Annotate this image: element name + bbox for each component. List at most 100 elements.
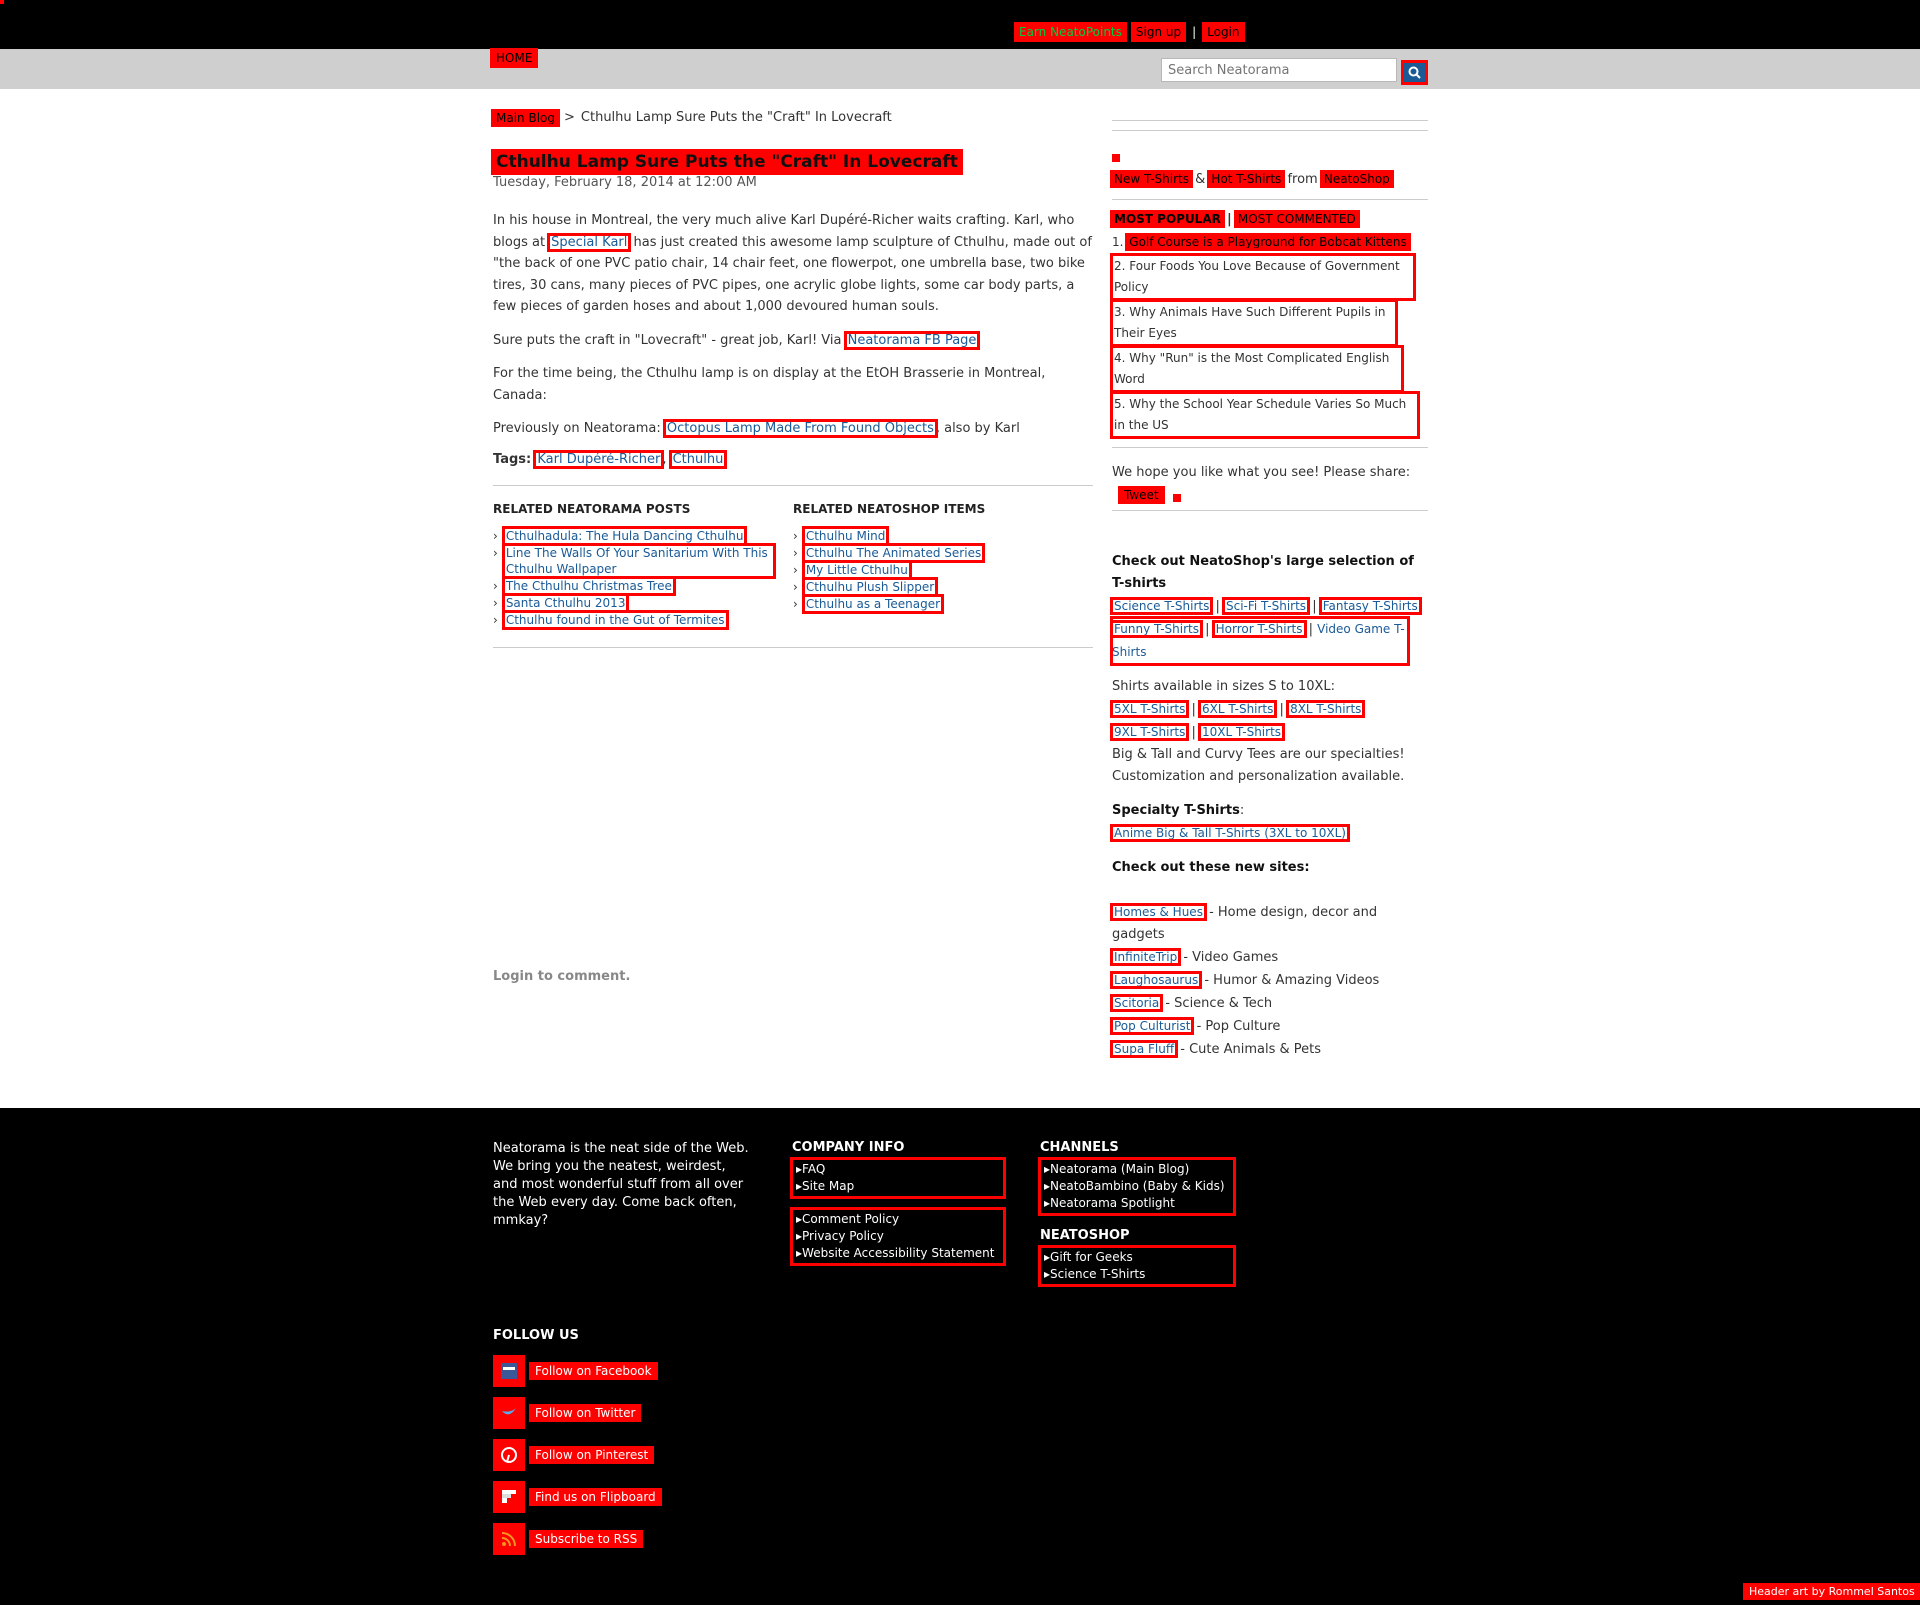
anime-big-tall-link[interactable]: Anime Big & Tall T-Shirts (3XL to 10XL) — [1110, 824, 1350, 842]
tab-most-commented[interactable]: MOST COMMENTED — [1233, 210, 1360, 228]
popular-post-link[interactable]: 3. Why Animals Have Such Different Pupil… — [1110, 299, 1398, 347]
site-link[interactable]: Homes & Hues — [1110, 903, 1207, 921]
shop-item-link[interactable]: Cthulhu The Animated Series — [801, 542, 986, 563]
size-link[interactable]: 9XL T-Shirts — [1109, 723, 1190, 741]
search-button[interactable] — [1401, 60, 1428, 85]
new-tshirts-link[interactable]: New T-Shirts — [1110, 170, 1193, 188]
login-to-comment-link[interactable]: Login to comment. — [493, 969, 630, 984]
list-item: › Santa Cthulhu 2013 — [493, 592, 793, 613]
popular-post-title: Why "Run" is the Most Complicated Englis… — [1114, 351, 1390, 386]
tab-most-popular[interactable]: MOST POPULAR — [1110, 210, 1225, 228]
arrow-icon: › — [793, 528, 798, 543]
post-body: In his house in Montreal, the very much … — [493, 210, 1093, 440]
list-item: 3. Why Animals Have Such Different Pupil… — [1110, 299, 1428, 347]
post-title[interactable]: Cthulhu Lamp Sure Puts the "Craft" In Lo… — [491, 149, 963, 175]
search-input[interactable] — [1161, 58, 1397, 82]
signup-link[interactable]: Sign up — [1130, 22, 1187, 42]
horror-tshirts-link[interactable]: Horror T-Shirts — [1211, 620, 1307, 638]
size-link[interactable]: 8XL T-Shirts — [1286, 700, 1366, 718]
earn-neatopoints-link[interactable]: Earn NeatoPoints — [1014, 22, 1127, 42]
popular-post-link[interactable]: 5. Why the School Year Schedule Varies S… — [1110, 391, 1420, 439]
follow-pinterest[interactable]: Follow on Pinterest — [493, 1439, 660, 1471]
shop-item-link[interactable]: Cthulhu as a Teenager — [801, 593, 945, 614]
twitter-icon — [493, 1397, 525, 1429]
faq-link[interactable]: FAQ — [792, 1161, 1004, 1178]
hot-tshirts-link[interactable]: Hot T-Shirts — [1207, 170, 1286, 188]
follow-heading: FOLLOW US — [493, 1328, 579, 1343]
breadcrumb-main-blog-link[interactable]: Main Blog — [491, 108, 560, 127]
facebook-icon — [493, 1355, 525, 1387]
size-link[interactable]: 10XL T-Shirts — [1198, 723, 1286, 741]
related-post-link[interactable]: Line The Walls Of Your Sanitarium With T… — [501, 542, 776, 579]
follow-label[interactable]: Follow on Pinterest — [528, 1446, 655, 1464]
list-item: 2. Four Foods You Love Because of Govern… — [1110, 253, 1428, 301]
site-map-link[interactable]: Site Map — [792, 1178, 1004, 1195]
special-karl-link[interactable]: Special Karl — [547, 232, 632, 252]
follow-label[interactable]: Follow on Facebook — [529, 1362, 658, 1380]
tweet-button[interactable]: Tweet — [1118, 486, 1165, 504]
related-post-link[interactable]: Santa Cthulhu 2013 — [501, 592, 630, 613]
popular-post-link[interactable]: 2. Four Foods You Love Because of Govern… — [1110, 253, 1416, 301]
follow-twitter[interactable]: Follow on Twitter — [493, 1397, 660, 1429]
site-link[interactable]: Scitoria — [1109, 994, 1164, 1012]
site-link[interactable]: Laughosaurus — [1109, 971, 1203, 989]
follow-facebook[interactable]: Follow on Facebook — [493, 1355, 660, 1387]
size-link[interactable]: 6XL T-Shirts — [1198, 700, 1278, 718]
follow-label[interactable]: Subscribe to RSS — [528, 1530, 644, 1548]
scifi-tshirts-link[interactable]: Sci-Fi T-Shirts — [1221, 597, 1311, 615]
neatoshop-heading: NEATOSHOP — [1040, 1228, 1130, 1243]
new-sites-list: Homes & Hues - Home design, decor and ga… — [1109, 901, 1428, 1061]
popular-post-link[interactable]: Golf Course is a Playground for Bobcat K… — [1125, 233, 1411, 251]
list-item: 4. Why "Run" is the Most Complicated Eng… — [1110, 345, 1428, 393]
octopus-lamp-link[interactable]: Octopus Lamp Made From Found Objects — [662, 419, 938, 438]
company-heading: COMPANY INFO — [792, 1140, 905, 1155]
privacy-policy-link[interactable]: Privacy Policy — [792, 1228, 1004, 1245]
popular-tabs: MOST POPULAR | MOST COMMENTED — [1110, 208, 1428, 231]
follow-label[interactable]: Find us on Flipboard — [529, 1488, 662, 1506]
site-link[interactable]: InfiniteTrip — [1109, 948, 1182, 966]
related-section: RELATED NEATORAMA POSTS › Cthulhadula: Th… — [493, 502, 1093, 630]
gift-for-geeks-link[interactable]: Gift for Geeks — [1040, 1249, 1234, 1266]
related-post-link[interactable]: Cthulhu found in the Gut of Termites — [501, 609, 729, 630]
site-link[interactable]: Supa Fluff — [1109, 1040, 1179, 1058]
size-links-row2: 9XL T-Shirts | 10XL T-Shirts — [1109, 723, 1286, 741]
accessibility-statement-link[interactable]: Website Accessibility Statement — [792, 1245, 1004, 1262]
site-link[interactable]: Pop Culturist — [1109, 1017, 1195, 1035]
promo-text: & — [1195, 172, 1206, 187]
channel-link[interactable]: Neatorama (Main Blog) — [1040, 1161, 1234, 1178]
shop-item-link[interactable]: My Little Cthulhu — [801, 559, 912, 580]
footer-company-info: COMPANY INFO FAQ Site Map Comment Policy… — [790, 1140, 1006, 1266]
subscribe-rss[interactable]: Subscribe to RSS — [493, 1523, 660, 1555]
tag-link[interactable]: Cthulhu — [668, 449, 728, 469]
follow-label[interactable]: Follow on Twitter — [528, 1404, 642, 1422]
nav-bar — [0, 49, 1920, 89]
home-link[interactable]: HOME — [489, 48, 539, 68]
login-link[interactable]: Login — [1202, 22, 1245, 42]
channel-link[interactable]: Neatorama Spotlight — [1040, 1195, 1234, 1212]
related-post-link[interactable]: Cthulhadula: The Hula Dancing Cthulhu — [501, 525, 748, 546]
arrow-icon: › — [493, 578, 498, 593]
post-text: Sure puts the craft in "Lovecraft" - gre… — [493, 332, 846, 348]
science-tshirts-link[interactable]: Science T-Shirts — [1109, 597, 1214, 615]
popular-post-link[interactable]: 4. Why "Run" is the Most Complicated Eng… — [1110, 345, 1404, 393]
header-art-credit[interactable]: Header art by Rommel Santos — [1743, 1583, 1920, 1600]
science-tshirts-footer-link[interactable]: Science T-Shirts — [1040, 1266, 1234, 1283]
channel-link[interactable]: NeatoBambino (Baby & Kids) — [1040, 1178, 1234, 1195]
comment-policy-link[interactable]: Comment Policy — [792, 1211, 1004, 1228]
site-desc: - Cute Animals & Pets — [1176, 1042, 1322, 1057]
shop-item-link[interactable]: Cthulhu Mind — [801, 525, 890, 546]
funny-tshirts-link[interactable]: Funny T-Shirts — [1110, 620, 1203, 638]
top-bar — [0, 0, 1920, 49]
follow-flipboard[interactable]: Find us on Flipboard — [493, 1481, 662, 1513]
popular-list: 1. Golf Course is a Playground for Bobca… — [1110, 231, 1428, 439]
neatoshop-link[interactable]: NeatoShop — [1319, 170, 1394, 188]
tag-link[interactable]: Karl Dupéré-Richer — [533, 449, 665, 469]
shop-item-link[interactable]: Cthulhu Plush Slipper — [801, 576, 939, 597]
related-post-link[interactable]: The Cthulhu Christmas Tree — [501, 575, 676, 596]
neatorama-fb-page-link[interactable]: Neatorama FB Page — [843, 330, 981, 350]
size-link[interactable]: 5XL T-Shirts — [1109, 700, 1190, 718]
share-buttons: Tweet — [1112, 486, 1428, 504]
list-item: › Cthulhu found in the Gut of Termites — [493, 609, 793, 630]
fantasy-tshirts-link[interactable]: Fantasy T-Shirts — [1318, 597, 1422, 615]
share-widget-icon[interactable] — [1172, 494, 1181, 502]
